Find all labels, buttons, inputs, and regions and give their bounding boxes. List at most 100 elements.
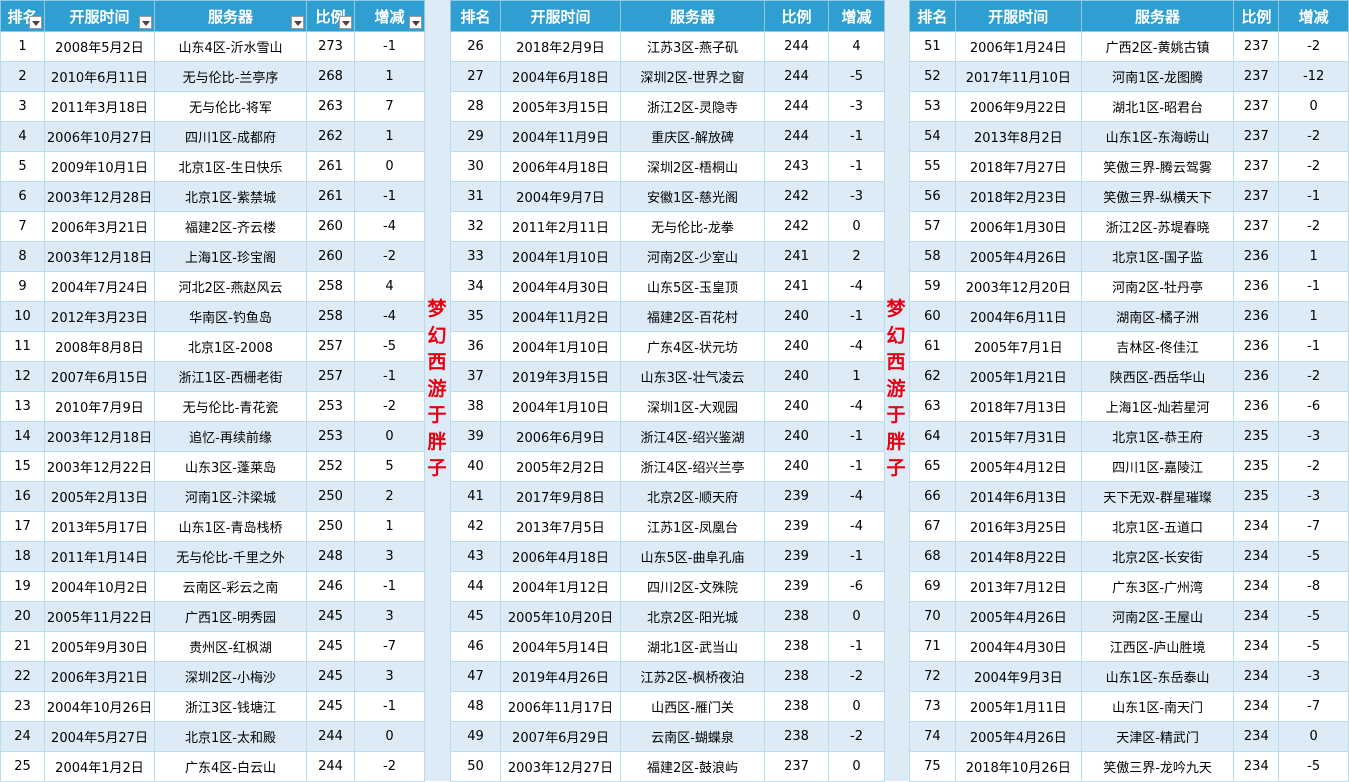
change-header[interactable]: 增减 — [354, 0, 425, 32]
rank-cell[interactable]: 48 — [450, 691, 501, 722]
open-date-cell[interactable]: 2011年2月11日 — [500, 211, 621, 242]
rank-cell[interactable]: 12 — [0, 361, 45, 392]
open-date-cell[interactable]: 2011年1月14日 — [44, 541, 155, 572]
ratio-cell[interactable]: 248 — [306, 541, 355, 572]
ratio-cell[interactable]: 252 — [306, 451, 355, 482]
rank-cell[interactable]: 59 — [909, 271, 956, 302]
rank-cell[interactable]: 63 — [909, 391, 956, 422]
rank-cell[interactable]: 28 — [450, 91, 501, 122]
ratio-cell[interactable]: 236 — [1233, 241, 1280, 272]
change-cell[interactable]: 1 — [354, 121, 425, 152]
open-date-cell[interactable]: 2003年12月18日 — [44, 241, 155, 272]
change-cell[interactable]: -5 — [354, 331, 425, 362]
open-date-cell[interactable]: 2005年2月2日 — [500, 451, 621, 482]
rank-cell[interactable]: 45 — [450, 601, 501, 632]
open-date-cell[interactable]: 2004年11月2日 — [500, 301, 621, 332]
server-cell[interactable]: 陕西区-西岳华山 — [1080, 361, 1235, 392]
server-cell[interactable]: 天下无双-群星璀璨 — [1080, 481, 1235, 512]
server-cell[interactable]: 云南区-蝴蝶泉 — [620, 721, 765, 752]
rank-cell[interactable]: 2 — [0, 61, 45, 92]
change-cell[interactable]: -12 — [1278, 61, 1349, 92]
open-date-cell[interactable]: 2006年4月18日 — [500, 151, 621, 182]
open-date-cell[interactable]: 2004年1月2日 — [44, 751, 155, 782]
open-date-cell[interactable]: 2006年3月21日 — [44, 661, 155, 692]
rank-cell[interactable]: 44 — [450, 571, 501, 602]
server-cell[interactable]: 山东5区-玉皇顶 — [620, 271, 765, 302]
server-cell[interactable]: 上海1区-灿若星河 — [1080, 391, 1235, 422]
change-cell[interactable]: 0 — [828, 691, 885, 722]
open-date-cell[interactable]: 2017年9月8日 — [500, 481, 621, 512]
open-date-cell[interactable]: 2005年4月26日 — [954, 721, 1082, 752]
rank-cell[interactable]: 75 — [909, 751, 956, 782]
server-cell[interactable]: 湖北1区-昭君台 — [1080, 91, 1235, 122]
change-cell[interactable]: -2 — [354, 391, 425, 422]
ratio-cell[interactable]: 250 — [306, 511, 355, 542]
rank-cell[interactable]: 73 — [909, 691, 956, 722]
open-date-cell[interactable]: 2004年1月12日 — [500, 571, 621, 602]
ratio-cell[interactable]: 273 — [306, 31, 355, 62]
change-cell[interactable]: 0 — [828, 751, 885, 782]
rank-cell[interactable]: 23 — [0, 691, 45, 722]
open-date-cell[interactable]: 2006年9月22日 — [954, 91, 1082, 122]
open-date-cell[interactable]: 2006年4月18日 — [500, 541, 621, 572]
change-cell[interactable]: -3 — [1278, 421, 1349, 452]
open-date-cell[interactable]: 2014年6月13日 — [954, 481, 1082, 512]
ratio-cell[interactable]: 245 — [306, 661, 355, 692]
open-date-cell[interactable]: 2004年4月30日 — [954, 631, 1082, 662]
change-cell[interactable]: 3 — [354, 541, 425, 572]
server-cell[interactable]: 山东3区-蓬莱岛 — [154, 451, 307, 482]
rank-cell[interactable]: 10 — [0, 301, 45, 332]
change-cell[interactable]: -2 — [1278, 361, 1349, 392]
filter-dropdown-icon[interactable] — [29, 16, 42, 29]
ratio-cell[interactable]: 237 — [1233, 91, 1280, 122]
change-cell[interactable]: -4 — [354, 211, 425, 242]
ratio-cell[interactable]: 250 — [306, 481, 355, 512]
server-cell[interactable]: 山东5区-曲阜孔庙 — [620, 541, 765, 572]
change-cell[interactable]: 0 — [354, 421, 425, 452]
change-cell[interactable]: -5 — [1278, 601, 1349, 632]
ratio-cell[interactable]: 263 — [306, 91, 355, 122]
ratio-cell[interactable]: 234 — [1233, 541, 1280, 572]
ratio-cell[interactable]: 236 — [1233, 391, 1280, 422]
open-date-cell[interactable]: 2004年1月10日 — [500, 241, 621, 272]
open-date-cell[interactable]: 2012年3月23日 — [44, 301, 155, 332]
ratio-cell[interactable]: 237 — [1233, 151, 1280, 182]
change-cell[interactable]: 2 — [828, 241, 885, 272]
rank-cell[interactable]: 37 — [450, 361, 501, 392]
open-date-cell[interactable]: 2005年4月12日 — [954, 451, 1082, 482]
server-cell[interactable]: 笑傲三界-腾云驾雾 — [1080, 151, 1235, 182]
ratio-cell[interactable]: 240 — [764, 361, 829, 392]
open-date-cell[interactable]: 2005年9月30日 — [44, 631, 155, 662]
open-date-cell[interactable]: 2018年7月27日 — [954, 151, 1082, 182]
ratio-cell[interactable]: 240 — [764, 301, 829, 332]
open-date-cell[interactable]: 2009年10月1日 — [44, 151, 155, 182]
rank-cell[interactable]: 41 — [450, 481, 501, 512]
server-cell[interactable]: 深圳2区-小梅沙 — [154, 661, 307, 692]
server-cell[interactable]: 无与伦比-将军 — [154, 91, 307, 122]
rank-cell[interactable]: 8 — [0, 241, 45, 272]
change-cell[interactable]: 0 — [828, 211, 885, 242]
ratio-cell[interactable]: 245 — [306, 601, 355, 632]
open-date-cell[interactable]: 2006年3月21日 — [44, 211, 155, 242]
server-cell[interactable]: 云南区-彩云之南 — [154, 571, 307, 602]
rank-cell[interactable]: 11 — [0, 331, 45, 362]
change-cell[interactable]: -7 — [1278, 691, 1349, 722]
ratio-cell[interactable]: 237 — [1233, 31, 1280, 62]
rank-cell[interactable]: 71 — [909, 631, 956, 662]
change-cell[interactable]: -3 — [1278, 481, 1349, 512]
open-date-cell[interactable]: 2004年11月9日 — [500, 121, 621, 152]
change-cell[interactable]: 0 — [354, 151, 425, 182]
server-cell[interactable]: 北京1区-五道口 — [1080, 511, 1235, 542]
change-cell[interactable]: -1 — [828, 541, 885, 572]
change-cell[interactable]: -1 — [354, 691, 425, 722]
server-cell[interactable]: 河北2区-燕赵风云 — [154, 271, 307, 302]
open-date-cell[interactable]: 2018年7月13日 — [954, 391, 1082, 422]
rank-cell[interactable]: 65 — [909, 451, 956, 482]
rank-cell[interactable]: 26 — [450, 31, 501, 62]
open-date-cell[interactable]: 2005年10月20日 — [500, 601, 621, 632]
rank-cell[interactable]: 42 — [450, 511, 501, 542]
open-date-cell[interactable]: 2003年12月18日 — [44, 421, 155, 452]
change-cell[interactable]: -4 — [828, 511, 885, 542]
change-cell[interactable]: -4 — [828, 391, 885, 422]
server-header[interactable]: 服务器 — [154, 0, 307, 32]
